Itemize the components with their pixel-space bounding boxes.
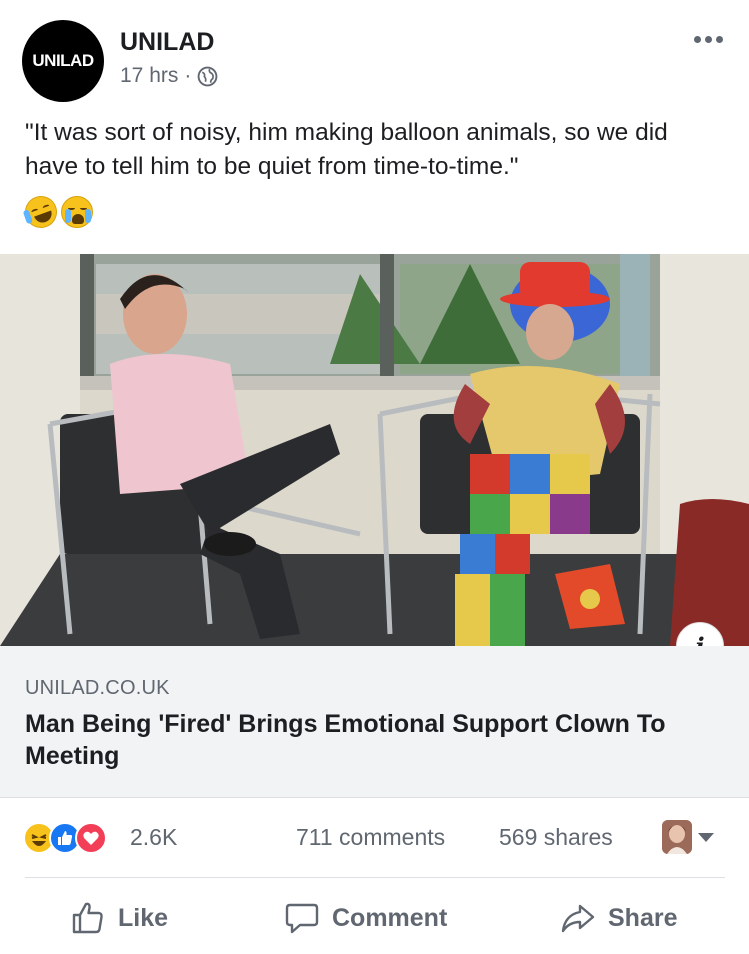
avatar-text: UNILAD (32, 51, 94, 70)
more-dot-icon (694, 36, 701, 43)
loudly-crying-emoji (61, 196, 93, 228)
like-label: Like (118, 903, 169, 932)
caret-down-icon (698, 832, 714, 842)
post-header: UNILAD UNILAD 17 hrs · (0, 0, 749, 110)
share-count[interactable]: 569 shares (499, 824, 613, 851)
comment-icon (285, 903, 319, 934)
meta-separator: · (184, 64, 192, 87)
page-avatar[interactable]: UNILAD (22, 20, 104, 102)
photo-illustration (0, 254, 749, 646)
comment-button[interactable]: Comment (284, 900, 447, 936)
share-label: Share (608, 903, 678, 932)
page-name[interactable]: UNILAD (120, 28, 214, 57)
post-time[interactable]: 17 hrs (120, 64, 178, 88)
reaction-icons[interactable] (23, 822, 107, 854)
post-stats: 2.6K 711 comments 569 shares (0, 800, 749, 878)
share-button[interactable]: Share (560, 900, 677, 936)
more-dot-icon (716, 36, 723, 43)
post-text: "It was sort of noisy, him making balloo… (25, 119, 668, 180)
thumbs-up-icon (72, 902, 103, 934)
love-reaction-icon (75, 822, 107, 854)
post-actions: Like Comment Share (0, 878, 749, 954)
link-domain: UNILAD.CO.UK (25, 677, 170, 699)
reaction-viewer-selector[interactable] (662, 820, 714, 854)
more-options-button[interactable] (694, 36, 723, 43)
globe-icon (198, 66, 218, 86)
more-dot-icon (705, 36, 712, 43)
post-emojis (20, 191, 93, 233)
comment-label: Comment (332, 903, 448, 932)
rolling-on-floor-laughing-emoji (20, 191, 62, 233)
link-preview-image[interactable] (0, 254, 749, 646)
link-title[interactable]: Man Being 'Fired' Brings Emotional Suppo… (25, 708, 725, 772)
link-preview[interactable]: UNILAD.CO.UK Man Being 'Fired' Brings Em… (0, 646, 749, 798)
post-meta: 17 hrs · (120, 64, 218, 88)
reaction-count[interactable]: 2.6K (130, 824, 177, 851)
like-button[interactable]: Like (70, 900, 168, 936)
comment-count[interactable]: 711 comments (296, 824, 445, 851)
user-avatar (662, 820, 692, 854)
share-arrow-icon (561, 904, 595, 933)
